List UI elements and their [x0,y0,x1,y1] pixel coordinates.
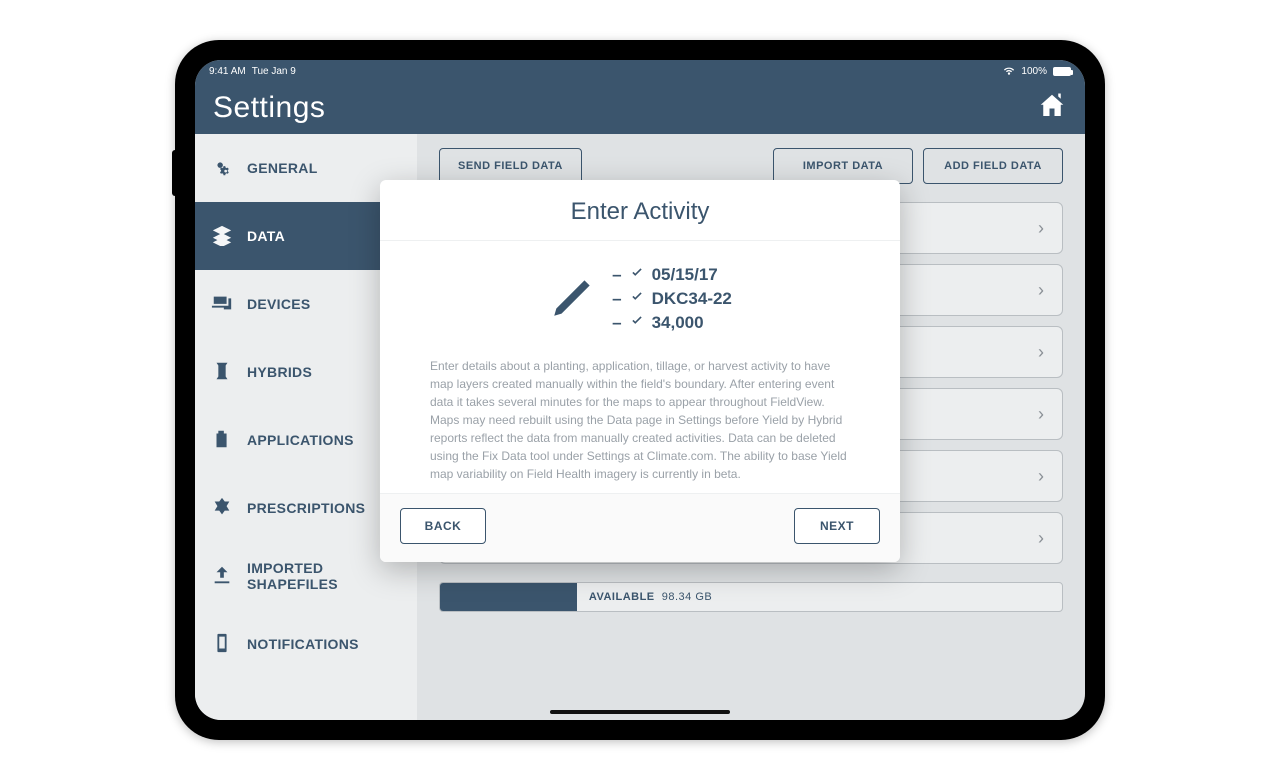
activity-line-value: 05/15/17 [652,265,718,285]
jug-icon [211,428,233,453]
chevron-right-icon: › [1038,404,1044,425]
layers-icon [211,224,233,249]
status-bar: 9:41 AM Tue Jan 9 100% [195,60,1085,82]
page-title: Settings [213,91,325,125]
activity-line-value: 34,000 [652,313,704,333]
next-button[interactable]: NEXT [794,508,880,544]
status-date: Tue Jan 9 [252,66,296,77]
sidebar-item-label: PRESCRIPTIONS [247,500,365,516]
enter-activity-modal: Enter Activity – 05/15/17 [380,180,900,562]
home-indicator [550,710,730,714]
sidebar-item-label: HYBRIDS [247,364,312,380]
check-icon [630,313,644,333]
sidebar-item-notifications[interactable]: NOTIFICATIONS [195,610,417,678]
devices-icon [211,292,233,317]
modal-description: Enter details about a planting, applicat… [430,357,850,483]
seed-bag-icon [211,360,233,385]
activity-line: – 05/15/17 [612,265,732,285]
sidebar-item-label: DATA [247,228,285,244]
sidebar-item-label: DEVICES [247,296,311,312]
back-button[interactable]: BACK [400,508,486,544]
gears-icon [211,156,233,181]
sidebar-item-label: NOTIFICATIONS [247,636,359,652]
storage-bar: AVAILABLE 98.34 GB [439,582,1063,612]
sidebar-item-label: APPLICATIONS [247,432,354,448]
activity-graphic: – 05/15/17 – DKC34-22 – [430,265,850,333]
send-field-data-button[interactable]: SEND FIELD DATA [439,148,582,184]
chevron-right-icon: › [1038,280,1044,301]
storage-available-label: AVAILABLE [589,591,655,603]
status-battery-pct: 100% [1021,66,1047,77]
activity-line: – DKC34-22 [612,289,732,309]
screen: 9:41 AM Tue Jan 9 100% Settings [195,60,1085,720]
import-icon [211,564,233,589]
wifi-icon [1003,64,1015,79]
check-icon [630,265,644,285]
check-icon [630,289,644,309]
storage-available-value: 98.34 GB [662,591,712,603]
app-header: Settings [195,82,1085,134]
pencil-icon [548,272,598,327]
modal-title: Enter Activity [380,180,900,241]
tablet-frame: 9:41 AM Tue Jan 9 100% Settings [175,40,1105,740]
rx-icon [211,496,233,521]
import-data-button[interactable]: IMPORT DATA [773,148,913,184]
battery-icon [1053,67,1071,76]
add-field-data-button[interactable]: ADD FIELD DATA [923,148,1063,184]
chevron-right-icon: › [1038,342,1044,363]
phone-icon [211,632,233,657]
sidebar-item-label: IMPORTED SHAPEFILES [247,560,401,592]
sidebar-item-label: GENERAL [247,160,318,176]
chevron-right-icon: › [1038,528,1044,549]
activity-line: – 34,000 [612,313,732,333]
toolbar: SEND FIELD DATA IMPORT DATA ADD FIELD DA… [439,148,1063,184]
chevron-right-icon: › [1038,218,1044,239]
activity-line-value: DKC34-22 [652,289,732,309]
home-icon[interactable] [1037,91,1067,126]
chevron-right-icon: › [1038,466,1044,487]
storage-used-fill [440,583,577,611]
status-time: 9:41 AM [209,66,246,77]
